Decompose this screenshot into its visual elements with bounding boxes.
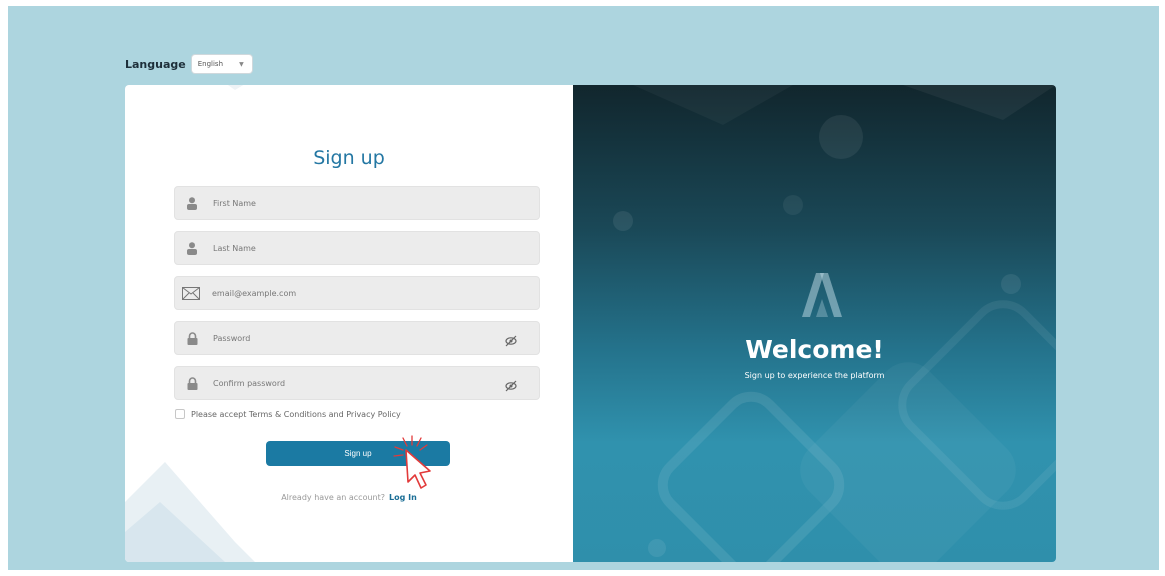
password-placeholder: Password [213, 333, 251, 343]
decorative-shapes-top [227, 85, 325, 90]
envelope-icon [182, 286, 200, 300]
first-name-field[interactable]: First Name [174, 186, 540, 220]
last-name-placeholder: Last Name [213, 243, 256, 253]
login-link[interactable]: Log In [389, 493, 417, 502]
language-select-value: English [197, 60, 224, 68]
first-name-placeholder: First Name [213, 198, 256, 208]
signup-title: Sign up [313, 147, 385, 169]
welcome-title: Welcome! [745, 335, 884, 364]
decorative-background [613, 85, 1056, 562]
last-name-field[interactable]: Last Name [174, 231, 540, 265]
lock-icon [185, 376, 199, 390]
language-selector-row: Language English ▼ [125, 54, 252, 74]
welcome-panel: Welcome! Sign up to experience the platf… [573, 85, 1056, 562]
have-account-text: Already have an account? [281, 493, 385, 502]
email-field[interactable]: email@example.com [174, 276, 540, 310]
click-cursor-icon [393, 435, 431, 489]
user-icon [185, 196, 199, 210]
language-select[interactable]: English ▼ [191, 55, 252, 73]
confirm-password-field[interactable]: Confirm password [174, 366, 540, 400]
signup-panel: Sign up First Name Last Name email@examp… [125, 85, 573, 562]
eye-slash-icon[interactable] [505, 377, 517, 392]
login-prompt: Already have an account? Log In [125, 493, 573, 502]
language-label: Language [125, 57, 186, 71]
decorative-shapes-bottom [125, 462, 255, 562]
terms-checkbox[interactable] [175, 409, 185, 419]
eye-slash-icon[interactable] [505, 332, 517, 347]
confirm-password-placeholder: Confirm password [213, 378, 286, 388]
terms-label: Please accept Terms & Conditions and Pri… [191, 409, 401, 419]
terms-row: Please accept Terms & Conditions and Pri… [175, 409, 401, 419]
email-placeholder: email@example.com [212, 288, 297, 298]
password-field[interactable]: Password [174, 321, 540, 355]
user-icon [185, 241, 199, 255]
chevron-down-icon: ▼ [239, 60, 244, 68]
lock-icon [185, 331, 199, 345]
brand-logo-icon [802, 273, 842, 317]
welcome-subtitle: Sign up to experience the platform [744, 371, 885, 380]
